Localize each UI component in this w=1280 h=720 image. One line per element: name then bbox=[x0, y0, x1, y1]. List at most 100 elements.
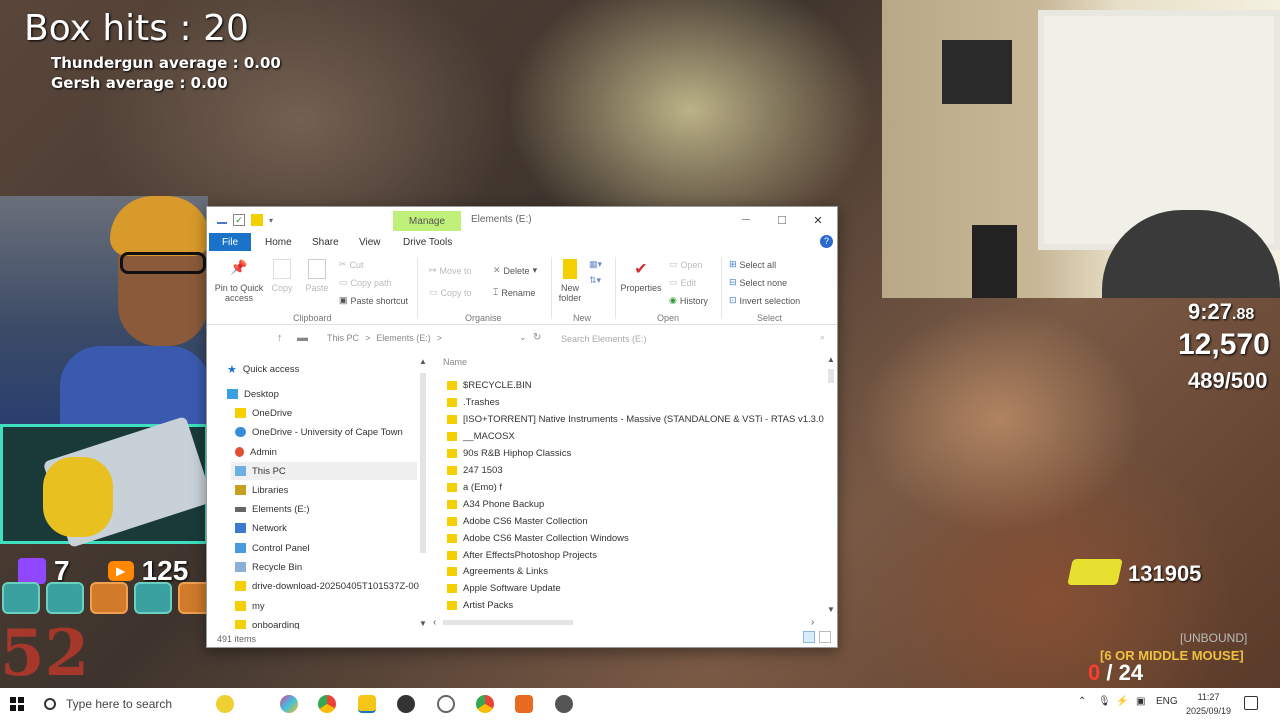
tab-home[interactable]: Home bbox=[257, 233, 300, 251]
search-input[interactable]: Search Elements (E:) ⌕ bbox=[557, 331, 829, 347]
list-item[interactable]: 90s R&B Hiphop Classics bbox=[447, 445, 571, 461]
customize-toolbar-icon[interactable]: ▾ bbox=[269, 216, 273, 225]
taskbar-search[interactable]: Type here to search bbox=[44, 694, 172, 714]
nav-libraries[interactable]: Libraries bbox=[235, 481, 288, 499]
nav-my[interactable]: my bbox=[235, 597, 265, 615]
close-button[interactable]: ✕ bbox=[803, 211, 833, 229]
nav-elements-drive[interactable]: Elements (E:) bbox=[235, 500, 310, 518]
properties-quick-icon[interactable]: ✓ bbox=[233, 214, 245, 226]
copy-button[interactable]: Copy bbox=[269, 259, 295, 293]
easy-access-icon[interactable]: ⇅▾ bbox=[589, 275, 601, 286]
crumb-this-pc[interactable]: This PC bbox=[327, 333, 359, 343]
list-item[interactable]: Adobe CS6 Master Collection Windows bbox=[447, 530, 629, 546]
nav-admin[interactable]: Admin bbox=[235, 443, 277, 461]
list-item[interactable]: .Trashes bbox=[447, 394, 500, 410]
list-item[interactable]: a (Emo) f bbox=[447, 479, 502, 495]
scroll-thumb[interactable] bbox=[443, 620, 573, 625]
tab-share[interactable]: Share bbox=[304, 233, 347, 251]
scroll-down-icon[interactable]: ▼ bbox=[419, 619, 427, 628]
list-item[interactable]: 247 1503 bbox=[447, 462, 503, 478]
large-icons-view-icon[interactable] bbox=[819, 631, 831, 643]
list-item[interactable]: Artist Packs bbox=[447, 597, 513, 613]
tab-view[interactable]: View bbox=[351, 233, 389, 251]
paste-button[interactable]: Paste bbox=[303, 259, 331, 293]
nav-onedrive[interactable]: OneDrive bbox=[235, 404, 292, 422]
copy-path-button[interactable]: ▭ Copy path bbox=[339, 277, 392, 288]
paste-shortcut-button[interactable]: ▣ Paste shortcut bbox=[339, 295, 408, 306]
new-folder-button[interactable]: New folder bbox=[555, 259, 585, 303]
nav-control-panel[interactable]: Control Panel bbox=[235, 539, 310, 557]
scroll-thumb[interactable] bbox=[420, 373, 426, 553]
copy-to-button[interactable]: ▭ Copy to bbox=[429, 287, 472, 298]
scroll-down-icon[interactable]: ▼ bbox=[827, 605, 835, 614]
nav-desktop[interactable]: Desktop bbox=[227, 385, 279, 403]
chrome-icon[interactable] bbox=[318, 695, 336, 713]
scroll-right-icon[interactable]: › bbox=[811, 617, 814, 628]
cut-button[interactable]: ✂ Cut bbox=[339, 259, 364, 270]
chevron-down-icon[interactable]: ⌄ bbox=[519, 332, 527, 343]
title-bar[interactable]: ✓ ▾ Manage Elements (E:) ─ ☐ ✕ bbox=[207, 207, 837, 233]
nav-drive-download[interactable]: drive-download-20250405T101537Z-00 bbox=[235, 577, 419, 595]
minimize-ribbon-icon[interactable] bbox=[217, 222, 227, 224]
nav-quick-access[interactable]: ★ Quick access bbox=[227, 360, 299, 378]
scroll-up-icon[interactable]: ▲ bbox=[827, 355, 835, 364]
steam-icon[interactable] bbox=[397, 695, 415, 713]
scroll-left-icon[interactable]: ‹ bbox=[433, 617, 436, 628]
game-app-icon[interactable] bbox=[555, 695, 573, 713]
invert-selection-button[interactable]: ⊡ Invert selection bbox=[729, 295, 800, 306]
file-list-scrollbar[interactable]: ▲ ▼ bbox=[827, 355, 835, 617]
tab-drive-tools[interactable]: Drive Tools bbox=[395, 233, 460, 251]
list-item[interactable]: __MACOSX bbox=[447, 428, 515, 444]
chrome-profile-icon[interactable] bbox=[476, 695, 494, 713]
maximize-button[interactable]: ☐ bbox=[767, 211, 797, 229]
scroll-up-icon[interactable]: ▲ bbox=[419, 357, 427, 366]
tab-file[interactable]: File bbox=[209, 233, 251, 251]
display-icon[interactable]: ▣ bbox=[1136, 696, 1145, 707]
breadcrumb[interactable]: This PC > Elements (E:) > bbox=[327, 333, 442, 343]
edit-button[interactable]: ▭ Edit bbox=[669, 277, 696, 288]
orange-app-icon[interactable] bbox=[515, 695, 533, 713]
move-to-button[interactable]: ↦ Move to bbox=[429, 265, 472, 276]
windows-start-icon[interactable] bbox=[10, 697, 24, 711]
new-folder-quick-icon[interactable] bbox=[251, 214, 263, 226]
refresh-icon[interactable]: ↻ bbox=[533, 332, 541, 343]
file-explorer-icon[interactable] bbox=[358, 695, 376, 713]
clock[interactable]: 11:27 2025/09/19 bbox=[1186, 690, 1231, 718]
history-button[interactable]: ◉ History bbox=[669, 295, 708, 306]
network-icon[interactable]: ⚡ bbox=[1116, 696, 1128, 707]
select-none-button[interactable]: ⊟ Select none bbox=[729, 277, 787, 288]
list-item[interactable]: $RECYCLE.BIN bbox=[447, 377, 532, 393]
manage-tab[interactable]: Manage bbox=[393, 211, 461, 231]
list-item[interactable]: Agreements & Links bbox=[447, 563, 548, 579]
notification-icon[interactable] bbox=[1244, 696, 1258, 710]
crumb-drive[interactable]: Elements (E:) bbox=[376, 333, 431, 343]
scroll-thumb[interactable] bbox=[828, 369, 834, 383]
list-item[interactable]: Adobe CS6 Master Collection bbox=[447, 513, 588, 529]
select-all-button[interactable]: ⊞ Select all bbox=[729, 259, 776, 270]
open-button[interactable]: ▭ Open bbox=[669, 259, 703, 270]
nav-scrollbar[interactable]: ▲ ▼ bbox=[419, 357, 427, 629]
list-item[interactable]: A34 Phone Backup bbox=[447, 496, 544, 512]
list-item[interactable]: [ISO+TORRENT] Native Instruments - Massi… bbox=[447, 411, 827, 427]
horizontal-scrollbar[interactable]: ‹ › bbox=[433, 617, 819, 628]
minimize-button[interactable]: ─ bbox=[731, 211, 761, 229]
rename-button[interactable]: ⌶ Rename bbox=[493, 287, 535, 298]
column-name-header[interactable]: Name bbox=[443, 357, 467, 367]
nav-this-pc[interactable]: This PC bbox=[231, 462, 417, 480]
language-indicator[interactable]: ENG bbox=[1156, 696, 1178, 707]
microphone-icon[interactable]: 🎙 bbox=[1098, 696, 1111, 707]
list-item[interactable]: Apple Software Update bbox=[447, 580, 561, 596]
nav-network[interactable]: Network bbox=[235, 519, 287, 537]
properties-button[interactable]: ✔ Properties bbox=[619, 259, 663, 293]
sparkle-app-icon[interactable] bbox=[216, 695, 234, 713]
delete-button[interactable]: ✕ Delete ▾ bbox=[493, 265, 537, 276]
nav-onboarding[interactable]: onboarding bbox=[235, 616, 300, 629]
details-view-icon[interactable] bbox=[803, 631, 815, 643]
obs-icon[interactable] bbox=[437, 695, 455, 713]
nav-onedrive-uct[interactable]: OneDrive - University of Cape Town bbox=[235, 423, 403, 441]
up-arrow-icon[interactable]: ↑ bbox=[277, 332, 283, 344]
chevron-up-icon[interactable]: ⌃ bbox=[1078, 696, 1086, 707]
help-icon[interactable]: ? bbox=[820, 235, 833, 248]
copilot-icon[interactable] bbox=[280, 695, 298, 713]
new-item-icon[interactable]: ▦▾ bbox=[589, 259, 602, 270]
